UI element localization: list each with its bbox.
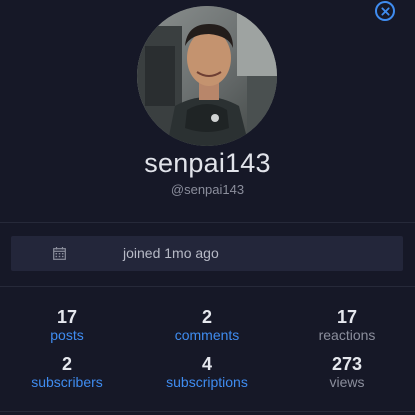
joined-date: joined 1mo ago: [123, 245, 219, 261]
posts-count: 17: [56, 307, 78, 327]
subscribers-count: 2: [61, 354, 72, 374]
stat-posts: 17 posts: [0, 307, 137, 343]
views-count: 273: [331, 354, 363, 374]
calendar-icon: [53, 247, 66, 265]
close-button[interactable]: [375, 1, 395, 21]
reactions-count: 17: [336, 307, 358, 327]
stat-reactions: 17 reactions: [277, 307, 415, 343]
reactions-label: reactions: [318, 327, 376, 343]
display-name: senpai143: [144, 148, 271, 178]
joined-bar: joined 1mo ago: [11, 236, 403, 271]
stat-views: 273 views: [277, 354, 415, 390]
avatar: [137, 6, 277, 146]
comments-link[interactable]: comments: [137, 327, 277, 343]
posts-link[interactable]: posts: [0, 327, 137, 343]
avatar-photo: [137, 6, 277, 146]
views-label: views: [329, 374, 365, 390]
divider: [0, 411, 415, 412]
comments-count: 2: [201, 307, 212, 327]
stat-comments: 2 comments: [137, 307, 277, 343]
divider: [0, 222, 415, 223]
subscriptions-link[interactable]: subscriptions: [137, 374, 277, 390]
close-icon: [380, 6, 390, 16]
stat-subscribers: 2 subscribers: [0, 354, 137, 390]
subscriptions-count: 4: [201, 354, 212, 374]
subscribers-link[interactable]: subscribers: [0, 374, 137, 390]
username-handle: @senpai143: [170, 182, 245, 197]
stat-subscriptions: 4 subscriptions: [137, 354, 277, 390]
divider: [0, 286, 415, 287]
